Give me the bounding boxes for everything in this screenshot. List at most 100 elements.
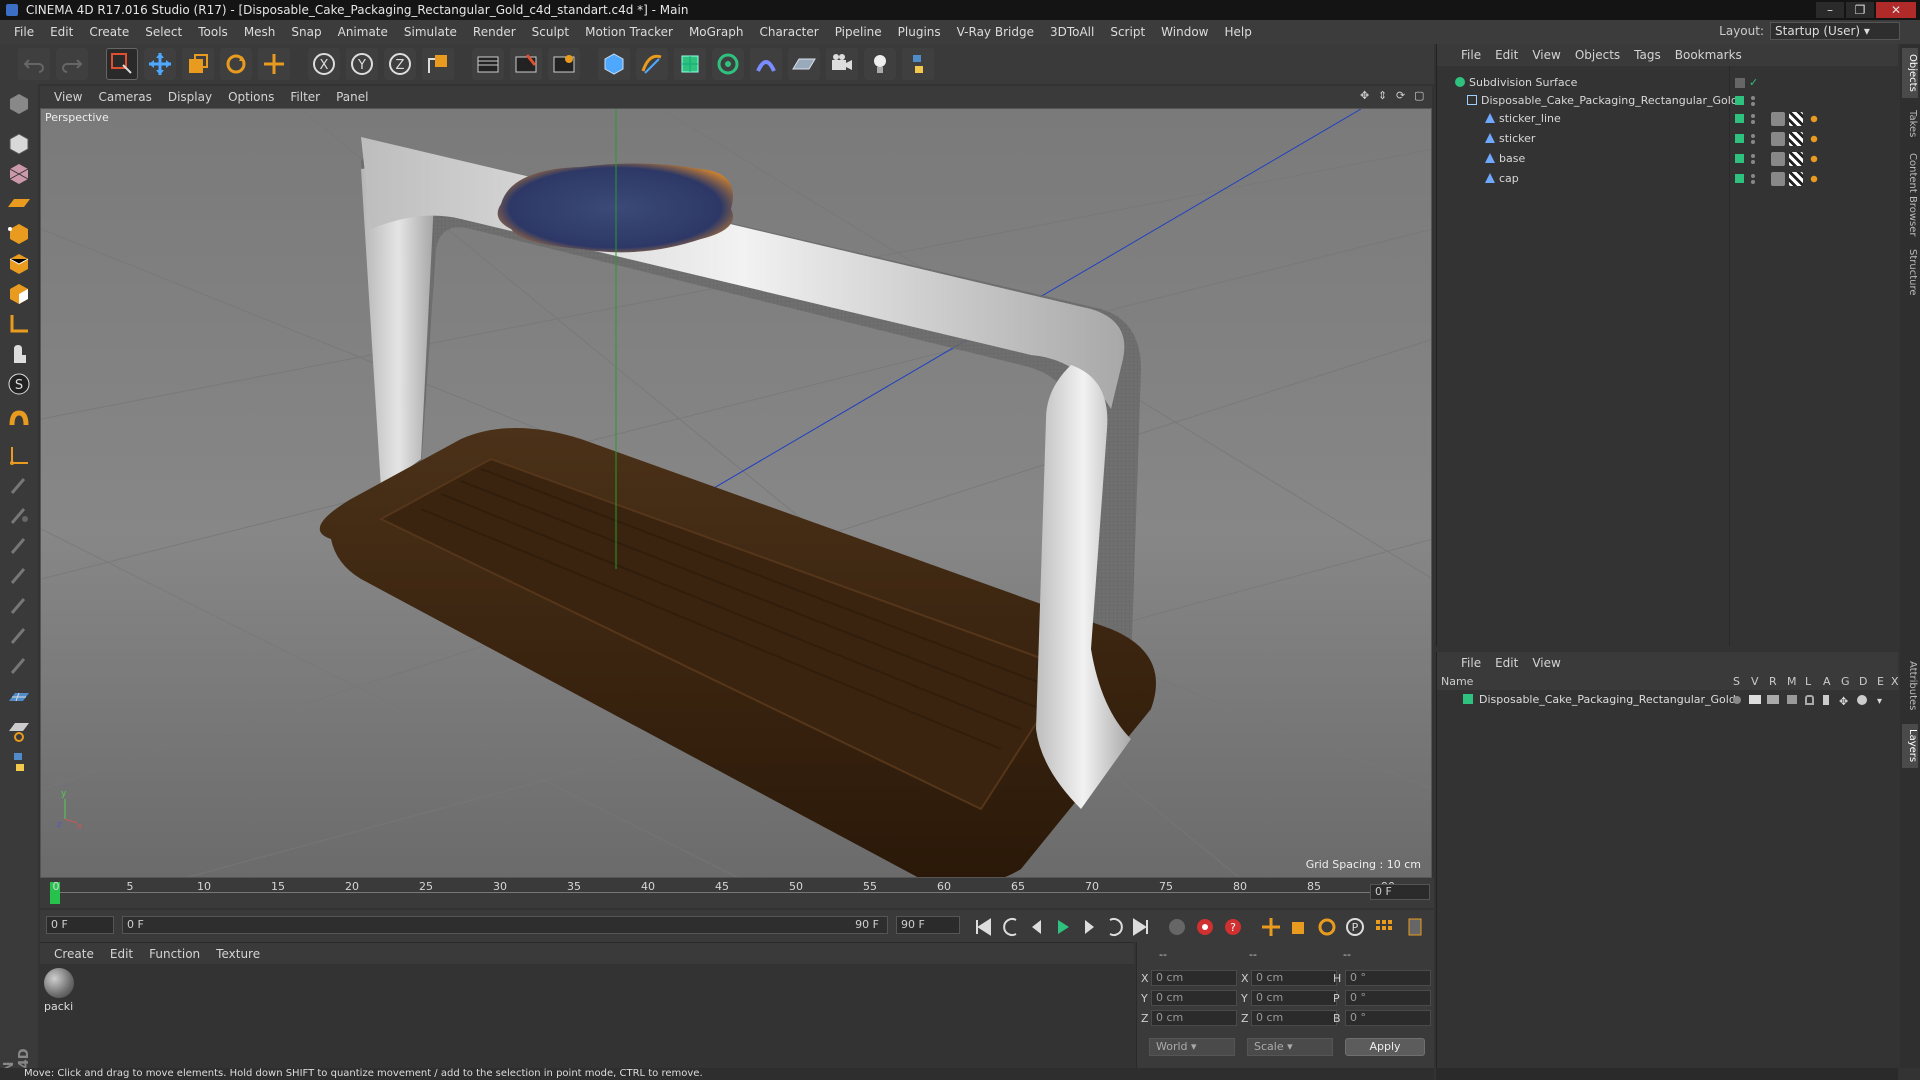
- pen-spline-icon[interactable]: [636, 48, 668, 80]
- col-animation[interactable]: A: [1823, 675, 1831, 688]
- goto-end-icon[interactable]: [1128, 914, 1154, 940]
- smooth-tool-icon[interactable]: [3, 560, 35, 592]
- col-render[interactable]: R: [1769, 675, 1777, 688]
- layer-row[interactable]: Disposable_Cake_Packaging_Rectangular_Go…: [1437, 692, 1899, 708]
- record-mode-icon[interactable]: [1164, 914, 1190, 940]
- viewport-zoom-icon[interactable]: ⇕: [1378, 90, 1390, 102]
- material-tag-icon[interactable]: [1807, 152, 1821, 166]
- visibility-dot-render[interactable]: [1751, 120, 1755, 124]
- menu-help[interactable]: Help: [1216, 25, 1259, 39]
- phong-tag-icon[interactable]: [1771, 152, 1785, 166]
- menu-snap[interactable]: Snap: [283, 25, 329, 39]
- pos-z-field[interactable]: 0 cm: [1151, 1010, 1237, 1026]
- apply-button[interactable]: Apply: [1345, 1038, 1425, 1056]
- current-frame-field[interactable]: 0 F: [1370, 884, 1430, 900]
- horizontal-scrollbar[interactable]: [1436, 1068, 1898, 1080]
- col-locked[interactable]: L: [1805, 675, 1811, 688]
- tab-takes[interactable]: Takes: [1902, 104, 1918, 144]
- col-manager[interactable]: M: [1787, 675, 1797, 688]
- menu-sculpt[interactable]: Sculpt: [524, 25, 577, 39]
- enabled-check-icon[interactable]: ✓: [1749, 74, 1758, 92]
- close-button[interactable]: ✕: [1876, 2, 1916, 18]
- menu-plugins[interactable]: Plugins: [890, 25, 949, 39]
- brush-tool-icon[interactable]: [3, 470, 35, 502]
- tab-layers[interactable]: Layers: [1902, 724, 1918, 768]
- floor-icon[interactable]: [788, 48, 820, 80]
- material-tag-icon[interactable]: [1807, 172, 1821, 186]
- layer-animation-icon[interactable]: [1823, 695, 1829, 705]
- texture-tag-icon[interactable]: [1789, 112, 1803, 126]
- make-editable-icon[interactable]: [3, 88, 35, 120]
- transform-icon[interactable]: [258, 48, 290, 80]
- magnet-icon[interactable]: [3, 404, 35, 436]
- key-rotation-icon[interactable]: [1314, 914, 1340, 940]
- layer-manager-icon[interactable]: [1787, 695, 1797, 704]
- object-menu-objects[interactable]: Objects: [1575, 48, 1620, 62]
- cube-icon[interactable]: [598, 48, 630, 80]
- layer-color-swatch[interactable]: [1463, 694, 1473, 704]
- scale-mode-dropdown[interactable]: Scale ▾: [1247, 1038, 1333, 1056]
- object-row-base[interactable]: base: [1437, 150, 1897, 168]
- pos-y-field[interactable]: 0 cm: [1151, 990, 1237, 1006]
- timeline-ruler[interactable]: 0 5 10 15 20 25 30 35 40 45 50 55 60 65 …: [50, 880, 1395, 906]
- move-icon[interactable]: [144, 48, 176, 80]
- menu-vray-bridge[interactable]: V-Ray Bridge: [949, 25, 1042, 39]
- menu-mesh[interactable]: Mesh: [236, 25, 284, 39]
- layer-view-eye-icon[interactable]: [1749, 695, 1761, 704]
- rot-p-field[interactable]: 0 °: [1345, 990, 1431, 1006]
- layer-expressions-icon[interactable]: ▾: [1877, 694, 1882, 710]
- python-script-icon[interactable]: [3, 746, 35, 778]
- layer-generators-icon[interactable]: ✥: [1839, 694, 1848, 710]
- menu-mograph[interactable]: MoGraph: [681, 25, 752, 39]
- phong-tag-icon[interactable]: [1771, 172, 1785, 186]
- timeline[interactable]: 0 5 10 15 20 25 30 35 40 45 50 55 60 65 …: [40, 878, 1434, 908]
- col-expressions[interactable]: E: [1877, 675, 1884, 688]
- material-menu-create[interactable]: Create: [54, 947, 94, 961]
- camera-icon[interactable]: [826, 48, 858, 80]
- pos-x-field[interactable]: 0 cm: [1151, 970, 1237, 986]
- next-key-icon[interactable]: [1102, 914, 1128, 940]
- edges-mode-icon[interactable]: [3, 248, 35, 280]
- undo-icon[interactable]: [18, 48, 50, 80]
- layer-color-tag[interactable]: [1735, 154, 1744, 163]
- texture-tag-icon[interactable]: [1789, 172, 1803, 186]
- layer-menu-view[interactable]: View: [1532, 656, 1560, 670]
- layer-color-tag[interactable]: [1735, 96, 1744, 105]
- soft-selection-icon[interactable]: [3, 714, 35, 746]
- autokey-icon[interactable]: ?: [1220, 914, 1246, 940]
- render-picture-viewer-icon[interactable]: [510, 48, 542, 80]
- knife-tool-icon[interactable]: [3, 650, 35, 682]
- object-menu-file[interactable]: File: [1461, 48, 1481, 62]
- tweak-mode-icon[interactable]: [3, 338, 35, 370]
- start-frame-field[interactable]: 0 F: [46, 916, 114, 934]
- texture-tag-icon[interactable]: [1789, 152, 1803, 166]
- menu-3dtoall[interactable]: 3DToAll: [1042, 25, 1102, 39]
- polygons-mode-icon[interactable]: [3, 278, 35, 310]
- viewport-menu-view[interactable]: View: [54, 90, 82, 104]
- object-menu-view[interactable]: View: [1532, 48, 1560, 62]
- points-mode-icon[interactable]: [3, 218, 35, 250]
- material-menu-edit[interactable]: Edit: [110, 947, 133, 961]
- menu-edit[interactable]: Edit: [42, 25, 81, 39]
- redo-icon[interactable]: [56, 48, 88, 80]
- rot-b-field[interactable]: 0 °: [1345, 1010, 1431, 1026]
- material-name[interactable]: packi: [44, 1000, 73, 1013]
- world-coordinates-icon[interactable]: [422, 48, 454, 80]
- object-menu-bookmarks[interactable]: Bookmarks: [1675, 48, 1742, 62]
- visibility-dot-editor[interactable]: [1751, 96, 1755, 100]
- viewport-perspective[interactable]: y x z Perspective Grid Spacing : 10 cm: [40, 108, 1432, 878]
- material-tag-icon[interactable]: [1807, 132, 1821, 146]
- y-axis-lock-icon[interactable]: Y: [346, 48, 378, 80]
- col-solo[interactable]: S: [1733, 675, 1740, 688]
- layer-menu-file[interactable]: File: [1461, 656, 1481, 670]
- render-view-icon[interactable]: [472, 48, 504, 80]
- size-z-field[interactable]: 0 cm: [1251, 1010, 1337, 1026]
- layout-select[interactable]: Startup (User) ▾: [1770, 22, 1900, 40]
- axis-lock-icon[interactable]: [3, 440, 35, 472]
- col-xref[interactable]: X: [1891, 675, 1899, 688]
- col-deformers[interactable]: D: [1859, 675, 1867, 688]
- menu-window[interactable]: Window: [1153, 25, 1216, 39]
- prev-frame-icon[interactable]: [1024, 914, 1050, 940]
- goto-start-icon[interactable]: [970, 914, 996, 940]
- object-row-packaging[interactable]: Disposable_Cake_Packaging_Rectangular_Go…: [1437, 92, 1897, 110]
